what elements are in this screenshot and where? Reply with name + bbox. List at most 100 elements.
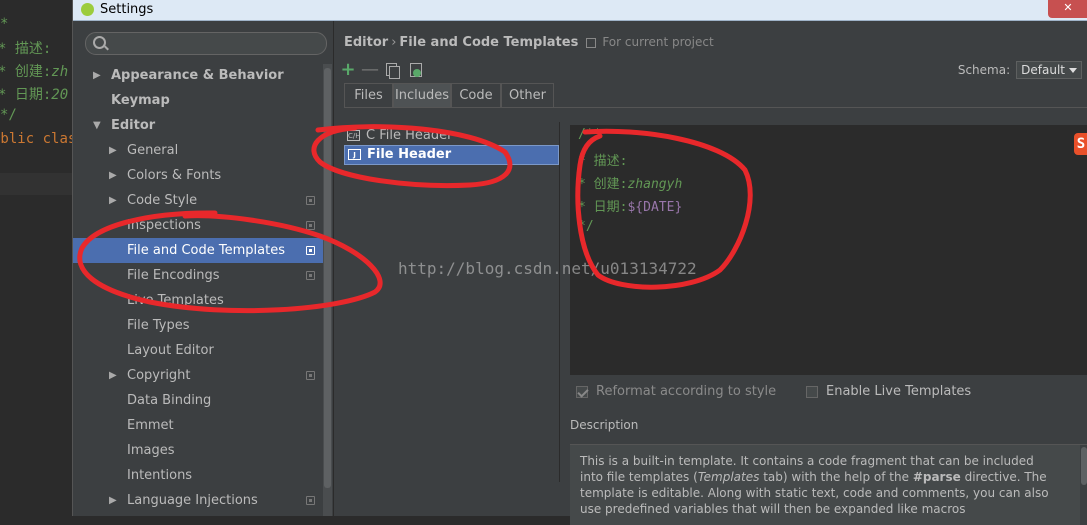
- sidebar-item-label: File Types: [127, 318, 190, 333]
- template-c-file-header[interactable]: C/H C File Header: [344, 127, 559, 145]
- close-button[interactable]: ✕: [1048, 0, 1087, 18]
- sidebar-item-layout-editor[interactable]: Layout Editor: [73, 338, 323, 363]
- project-scope-icon: [586, 37, 597, 48]
- sidebar-item-file-and-code-templates[interactable]: File and Code Templates: [73, 238, 323, 263]
- sidebar-item-file-types[interactable]: File Types: [73, 313, 323, 338]
- chevron-right-icon[interactable]: ▶: [93, 63, 101, 88]
- breadcrumb-page: File and Code Templates: [399, 35, 579, 50]
- sidebar-item-inspections[interactable]: Inspections: [73, 213, 323, 238]
- sidebar-item-emmet[interactable]: Emmet: [73, 413, 323, 438]
- sidebar-item-live-templates[interactable]: Live Templates: [73, 288, 323, 313]
- sidebar-item-data-binding[interactable]: Data Binding: [73, 388, 323, 413]
- template-code-editor[interactable]: /** * 描述: * 创建:zhangyh * 日期:${DATE} */ S: [570, 125, 1087, 375]
- reset-template-button[interactable]: [407, 61, 425, 79]
- settings-dialog: Settings ✕ ▶ Appearance & Behavior Keymap ▼…: [72, 0, 1087, 525]
- template-file-header[interactable]: J File Header: [344, 145, 559, 165]
- scope-label: For current project: [602, 35, 714, 49]
- reformat-checkbox[interactable]: [576, 386, 588, 398]
- android-studio-icon: [81, 3, 94, 16]
- tab-includes[interactable]: Includes: [393, 83, 451, 107]
- template-list: C/H C File Header J File Header: [344, 122, 560, 482]
- sidebar-item-copyright[interactable]: ▶ Copyright: [73, 363, 323, 388]
- schema-selector: Schema: Default: [958, 61, 1082, 79]
- sidebar-item-label: Code Style: [127, 193, 198, 208]
- chevron-right-icon[interactable]: ▶: [109, 188, 117, 213]
- sidebar-item-label: File and Code Templates: [127, 243, 285, 258]
- reformat-label: Reformat according to style: [596, 384, 777, 399]
- java-file-icon: J: [348, 149, 361, 160]
- code-line: */: [578, 219, 594, 234]
- copy-template-button[interactable]: [383, 61, 401, 79]
- project-scope-icon: [306, 271, 315, 280]
- settings-sidebar: ▶ Appearance & Behavior Keymap ▼ Editor ▶ Gene…: [73, 21, 334, 516]
- tab-code[interactable]: Code: [451, 83, 501, 107]
- sidebar-item-editor[interactable]: ▼ Editor: [73, 113, 323, 138]
- chevron-right-icon[interactable]: ▶: [109, 363, 117, 388]
- code-line: * 创建:zhangyh: [578, 177, 683, 192]
- sidebar-item-language-injections[interactable]: ▶ Language Injections: [73, 488, 323, 513]
- remove-template-button[interactable]: —: [361, 61, 379, 79]
- project-scope-icon: [306, 221, 315, 230]
- template-options: Reformat according to style Enable Live …: [570, 382, 1087, 404]
- code-line: * 描述:: [0, 41, 52, 57]
- scrollbar-thumb[interactable]: [1081, 447, 1087, 485]
- breadcrumb: Editor › File and Code Templates For curren…: [344, 35, 714, 50]
- tab-files[interactable]: Files: [344, 83, 393, 107]
- code-line: * 描述:: [578, 154, 628, 169]
- template-label: C File Header: [366, 128, 453, 143]
- sidebar-item-label: General: [127, 143, 179, 158]
- live-templates-checkbox[interactable]: [806, 386, 818, 398]
- sidebar-item-label: Copyright: [127, 368, 191, 383]
- schema-dropdown[interactable]: Default: [1016, 61, 1082, 79]
- sidebar-item-label: Editor: [111, 118, 156, 133]
- chevron-right-icon[interactable]: ▶: [109, 488, 117, 513]
- code-line: * 日期:20: [0, 87, 69, 103]
- scrollbar-thumb[interactable]: [324, 68, 331, 488]
- c-header-file-icon: C/H: [347, 130, 361, 141]
- project-scope-icon: [306, 246, 315, 255]
- sidebar-item-intentions[interactable]: Intentions: [73, 463, 323, 488]
- settings-tree: ▶ Appearance & Behavior Keymap ▼ Editor ▶ Gene…: [73, 63, 323, 513]
- tree-scrollbar[interactable]: [323, 64, 332, 516]
- sidebar-item-label: Emmet: [127, 418, 174, 433]
- tab-other[interactable]: Other: [501, 83, 554, 107]
- search-input[interactable]: [110, 34, 324, 53]
- add-template-button[interactable]: +: [339, 61, 357, 79]
- sidebar-item-images[interactable]: Images: [73, 438, 323, 463]
- code-line: * 创建:zh: [0, 64, 69, 80]
- sidebar-item-keymap[interactable]: Keymap: [73, 88, 323, 113]
- description-scrollbar[interactable]: [1080, 445, 1087, 525]
- project-scope-icon: [306, 496, 315, 505]
- sidebar-item-label: Intentions: [127, 468, 193, 483]
- sidebar-item-label: Live Templates: [127, 293, 224, 308]
- live-templates-label: Enable Live Templates: [826, 384, 972, 399]
- sidebar-item-label: Language Injections: [127, 493, 258, 508]
- description-text: This is a built-in template. It contains…: [580, 454, 1049, 516]
- search-icon: [93, 36, 106, 49]
- project-scope-icon: [306, 371, 315, 380]
- sidebar-item-appearance-behavior[interactable]: ▶ Appearance & Behavior: [73, 63, 323, 88]
- chevron-right-icon[interactable]: ▶: [109, 138, 117, 163]
- breadcrumb-editor: Editor: [344, 35, 389, 50]
- sidebar-item-general[interactable]: ▶ General: [73, 138, 323, 163]
- includes-panel: C/H C File Header J File Header /** * 描述: …: [344, 107, 1087, 525]
- settings-search[interactable]: [85, 32, 327, 55]
- sidebar-item-label: Data Binding: [127, 393, 212, 408]
- sidebar-item-label: Appearance & Behavior: [111, 68, 284, 83]
- description-box: This is a built-in template. It contains…: [570, 444, 1087, 525]
- project-scope-icon: [306, 196, 315, 205]
- sidebar-item-label: Keymap: [111, 93, 170, 108]
- sidebar-item-file-encodings[interactable]: File Encodings: [73, 263, 323, 288]
- sidebar-item-label: Layout Editor: [127, 343, 214, 358]
- sidebar-item-label: Inspections: [127, 218, 201, 233]
- title-bar: Settings ✕: [73, 0, 1087, 21]
- sidebar-item-code-style[interactable]: ▶ Code Style: [73, 188, 323, 213]
- chevron-down-icon[interactable]: ▼: [93, 113, 101, 138]
- template-label: File Header: [367, 147, 452, 162]
- chevron-right-icon[interactable]: ▶: [109, 163, 117, 188]
- sidebar-item-label: Colors & Fonts: [127, 168, 222, 183]
- code-line: */: [0, 107, 17, 123]
- breadcrumb-separator: ›: [391, 35, 397, 50]
- code-line: /**: [578, 127, 602, 142]
- sidebar-item-colors-fonts[interactable]: ▶ Colors & Fonts: [73, 163, 323, 188]
